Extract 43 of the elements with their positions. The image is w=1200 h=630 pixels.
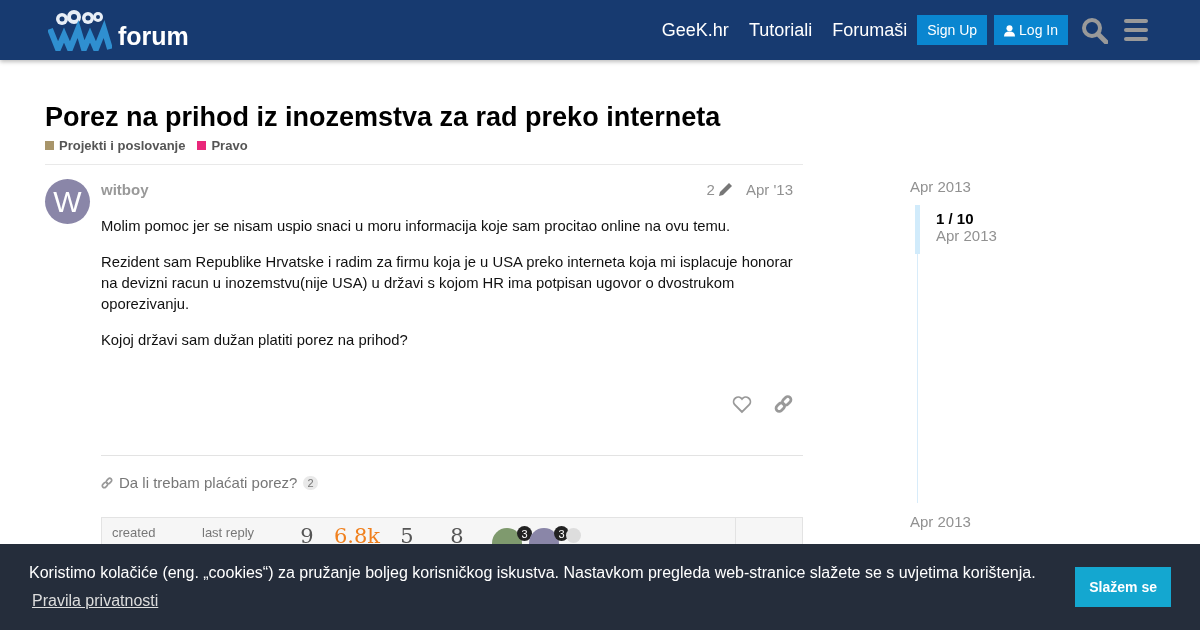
search-icon[interactable] xyxy=(1081,16,1108,44)
timeline-handle[interactable] xyxy=(915,205,920,254)
linked-topic-link[interactable]: Da li trebam plaćati porez? xyxy=(119,474,298,491)
gears-logo-icon xyxy=(48,9,112,51)
stat-value: 6.8k xyxy=(332,524,382,548)
post-position: 1 / 10 xyxy=(936,210,975,227)
stat-value: 8 xyxy=(449,524,465,548)
author-name[interactable]: witboy xyxy=(101,180,149,198)
participant-avatar[interactable] xyxy=(492,528,522,544)
post-date[interactable]: Apr '13 xyxy=(745,180,793,198)
accept-button[interactable]: Slažem se xyxy=(1075,567,1171,607)
click-count-badge: 2 xyxy=(303,475,318,490)
menu-icon[interactable] xyxy=(1124,19,1148,41)
stat-value: 9 xyxy=(299,524,315,548)
nav-link[interactable]: Tutoriali xyxy=(748,19,813,41)
stat-label: last reply xyxy=(202,525,256,540)
cookie-message: Koristimo kolačiće (eng. „cookies“) za pružanje boljeg korisničkog iskustva. Nastavkom pregleda web-stranice slažete se s uvjetima korištenja. xyxy=(29,563,1037,583)
timeline-start-date[interactable]: Apr 2013 xyxy=(910,178,997,195)
nav-link[interactable]: Forumaši xyxy=(832,19,908,41)
timeline-end-date[interactable]: Apr 2013 xyxy=(910,513,997,530)
pencil-icon xyxy=(717,181,733,197)
privacy-policy-link[interactable]: Pravila privatnosti xyxy=(32,587,159,615)
user-icon xyxy=(1004,23,1016,37)
post-paragraph: Molim pomoc jer se nisam uspio snaci u moru informacija koje sam procitao online na ovu temu. xyxy=(101,217,732,236)
edit-count-text: 2 xyxy=(706,180,715,198)
sign-up-button[interactable]: Sign Up xyxy=(917,15,988,45)
participant-avatar[interactable] xyxy=(566,528,581,543)
link-icon[interactable] xyxy=(774,395,793,413)
log-in-button[interactable]: Log In xyxy=(994,15,1068,45)
topic-title: Porez na prihod iz inozemstva za rad preko interneta xyxy=(45,101,722,134)
link-icon xyxy=(101,476,113,489)
category-name: Pravo xyxy=(211,138,248,153)
stat-label: created xyxy=(112,525,157,540)
post-paragraph: Rezident sam Republike Hrvatske i radim za firmu koja je u USA preko interneta koja mi isplacuje honorar na devizni racun u inozemstvu(nije USA) u državi s kojom HR ima potpisan ugovor o dvostrukom oporezivanju. xyxy=(101,253,794,314)
category-link[interactable]: Pravo xyxy=(197,138,248,153)
heart-icon[interactable] xyxy=(732,395,752,414)
site-logo[interactable]: forum xyxy=(48,9,189,51)
stat-value: 5 xyxy=(399,524,415,548)
nav-link[interactable]: GeeK.hr xyxy=(661,19,729,41)
edit-count[interactable]: 2 xyxy=(706,180,733,198)
user-avatar[interactable]: W xyxy=(45,179,90,224)
post-paragraph: Kojoj državi sam dužan platiti porez na prihod? xyxy=(101,331,409,350)
position-date: Apr 2013 xyxy=(936,227,997,244)
